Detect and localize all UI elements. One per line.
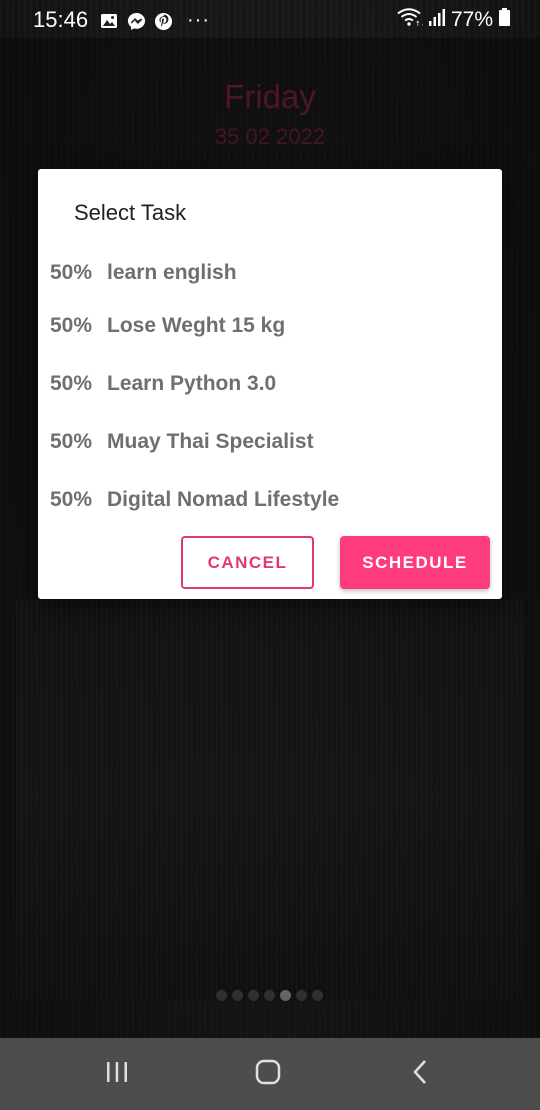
task-name: Digital Nomad Lifestyle <box>107 488 340 511</box>
task-item-digital-nomad[interactable]: 50% Digital Nomad Lifestyle <box>50 480 339 520</box>
home-button[interactable] <box>250 1056 286 1092</box>
task-percent: 50% <box>50 314 93 337</box>
task-name: Learn Python 3.0 <box>107 372 277 395</box>
task-name: Lose Weght 15 kg <box>107 314 286 337</box>
back-button[interactable] <box>402 1056 438 1092</box>
battery-percent: 77% <box>450 8 493 31</box>
signal-icon <box>428 8 445 32</box>
status-bar: 15:46 ··· ↑↓ 77% <box>0 0 540 38</box>
task-item-muay-thai[interactable]: 50% Muay Thai Specialist <box>50 422 314 462</box>
messenger-icon <box>127 12 146 30</box>
recents-button[interactable] <box>99 1056 135 1092</box>
cancel-button[interactable]: CANCEL <box>181 536 314 589</box>
back-icon <box>411 1059 429 1090</box>
home-icon <box>255 1059 281 1090</box>
task-percent: 50% <box>50 430 93 453</box>
task-percent: 50% <box>50 488 93 511</box>
status-time: 15:46 <box>33 7 89 32</box>
schedule-button[interactable]: SCHEDULE <box>340 536 490 589</box>
pinterest-icon <box>154 12 173 30</box>
navigation-bar <box>0 1038 540 1110</box>
task-percent: 50% <box>50 261 93 284</box>
task-item-learn-english[interactable]: 50% learn english <box>50 253 237 293</box>
select-task-dialog: Select Task 50% learn english 50% Lose W… <box>38 169 502 599</box>
image-icon <box>100 12 118 30</box>
svg-text:↑↓: ↑↓ <box>415 20 423 27</box>
task-item-lose-weight[interactable]: 50% Lose Weght 15 kg <box>50 306 285 346</box>
battery-icon <box>499 8 510 32</box>
task-item-learn-python[interactable]: 50% Learn Python 3.0 <box>50 364 276 404</box>
wifi-icon: ↑↓ <box>397 7 427 33</box>
more-dots-icon: ··· <box>187 9 210 31</box>
dialog-title: Select Task <box>74 200 187 225</box>
task-name: Muay Thai Specialist <box>107 430 314 453</box>
task-percent: 50% <box>50 372 93 395</box>
task-name: learn english <box>107 261 237 284</box>
recents-icon <box>105 1061 129 1088</box>
